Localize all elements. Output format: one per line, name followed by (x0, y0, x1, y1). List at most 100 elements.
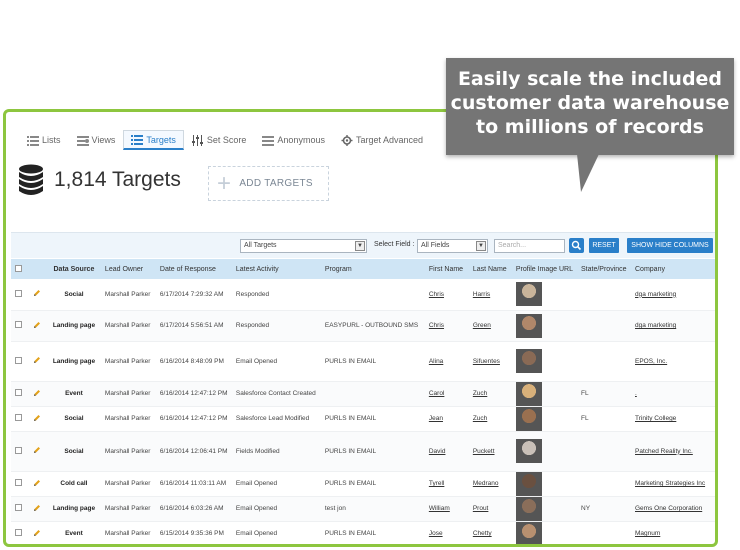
tab-target-advanced[interactable]: Target Advanced (333, 130, 431, 150)
last-name-link[interactable]: Prout (473, 505, 489, 512)
company-link[interactable]: dga marketing (635, 291, 676, 298)
view-select[interactable]: All Targets ▼ (240, 239, 367, 253)
date-cell: 6/16/2014 6:03:26 AM (155, 496, 232, 522)
row-checkbox[interactable] (15, 479, 22, 486)
table-row[interactable]: Landing page Marshall Parker 6/17/2014 5:5… (11, 310, 715, 342)
data-source-cell: Landing page (52, 357, 96, 365)
avatar (515, 313, 542, 338)
first-name-link[interactable]: Jose (429, 530, 443, 537)
field-select-value: All Fields (421, 242, 450, 249)
table-row[interactable]: Landing page Marshall Parker 6/16/2014 8:4… (11, 341, 715, 382)
program-cell: test jon (320, 496, 425, 522)
col-header-first-name[interactable]: First Name (424, 259, 469, 279)
col-header-data-source[interactable]: Data Source (46, 259, 101, 279)
first-name-link[interactable]: Chris (429, 291, 444, 298)
last-name-link[interactable]: Harris (473, 291, 490, 298)
first-name-link[interactable]: Carol (429, 390, 445, 397)
pencil-icon[interactable] (33, 529, 41, 537)
page-title: 1,814 Targets (54, 168, 181, 191)
row-checkbox[interactable] (15, 414, 22, 421)
show-hide-columns-button[interactable]: SHOW HIDE COLUMNS (627, 238, 713, 253)
company-link[interactable]: Gems One Corporation (635, 505, 702, 512)
table-row[interactable]: Social Marshall Parker 6/16/2014 12:06:41 … (11, 431, 715, 472)
search-button[interactable] (569, 238, 584, 253)
pencil-icon[interactable] (33, 414, 41, 422)
col-header-program[interactable]: Program (320, 259, 425, 279)
tab-anonymous[interactable]: Anonymous (254, 130, 333, 150)
first-name-link[interactable]: William (429, 505, 450, 512)
first-name-cell: Jose (424, 521, 469, 544)
pencil-icon[interactable] (33, 504, 41, 512)
last-name-link[interactable]: Green (473, 322, 491, 329)
lead-owner-cell: Marshall Parker (104, 290, 151, 298)
data-source-cell: Landing page (46, 341, 101, 382)
row-checkbox[interactable] (15, 389, 22, 396)
tab-views[interactable]: Views (69, 130, 124, 150)
date-cell: 6/16/2014 12:47:12 PM (159, 390, 228, 397)
row-checkbox[interactable] (15, 321, 22, 328)
row-checkbox[interactable] (15, 529, 22, 536)
table-row[interactable]: Landing page Marshall Parker 6/16/2014 6:0… (11, 496, 715, 522)
company-link[interactable]: . (635, 390, 637, 397)
last-name-link[interactable]: Puckett (473, 448, 495, 455)
col-header-activity[interactable]: Latest Activity (231, 259, 321, 279)
data-source-cell: Social (64, 447, 84, 455)
pencil-icon[interactable] (33, 321, 41, 329)
field-select[interactable]: All Fields ▼ (417, 239, 488, 253)
last-name-link[interactable]: Zuch (473, 415, 487, 422)
activity-cell: Email Opened (235, 505, 278, 512)
lead-owner-cell: Marshall Parker (104, 390, 151, 397)
col-header-last-name[interactable]: Last Name (468, 259, 512, 279)
tab-set-score[interactable]: Set Score (184, 130, 255, 150)
table-row[interactable]: Social Marshall Parker 6/17/2014 7:29:32 A… (11, 279, 715, 311)
first-name-link[interactable]: Jean (429, 415, 443, 422)
add-targets-button[interactable]: + ADD TARGETS (208, 166, 329, 201)
pencil-icon[interactable] (33, 356, 41, 364)
pencil-icon[interactable] (33, 479, 41, 487)
state-cell (577, 521, 631, 544)
tab-lists[interactable]: Lists (19, 130, 69, 150)
pencil-icon[interactable] (33, 289, 41, 297)
company-link[interactable]: Trinity College (635, 415, 676, 422)
col-header-company[interactable]: Company (631, 259, 715, 279)
plus-icon: + (217, 169, 232, 197)
col-header-lead-owner[interactable]: Lead Owner (100, 259, 156, 279)
table-row[interactable]: Event Marshall Parker 6/16/2014 12:47:12 P… (11, 381, 715, 407)
last-name-link[interactable]: Sifuentes (473, 358, 500, 365)
tab-targets[interactable]: Targets (123, 130, 184, 150)
table-row[interactable]: Event Marshall Parker 6/15/2014 9:35:36 PM… (11, 521, 715, 544)
row-checkbox[interactable] (15, 356, 22, 364)
company-link[interactable]: dga marketing (635, 322, 676, 329)
table-row[interactable]: Cold call Marshall Parker 6/16/2014 11:03:… (11, 471, 715, 497)
col-header-date[interactable]: Date of Response (155, 259, 232, 279)
last-name-link[interactable]: Chetty (473, 530, 492, 537)
first-name-link[interactable]: Alina (429, 358, 443, 365)
pencil-icon[interactable] (33, 446, 41, 454)
last-name-link[interactable]: Medrano (473, 480, 499, 487)
col-header-state[interactable]: State/Province (577, 259, 631, 279)
company-cell: Trinity College (631, 406, 715, 432)
select-all-checkbox[interactable] (15, 264, 22, 272)
row-checkbox[interactable] (15, 504, 22, 511)
col-header-profile-image[interactable]: Profile Image URL (511, 259, 578, 279)
first-name-link[interactable]: Tyrell (429, 480, 445, 487)
reset-button[interactable]: RESET (589, 238, 619, 253)
table-row[interactable]: Social Marshall Parker 6/16/2014 12:47:12 … (11, 406, 715, 432)
pencil-icon[interactable] (33, 389, 41, 397)
data-source-cell: Event (65, 530, 83, 537)
search-input[interactable]: Search... (494, 239, 565, 253)
company-link[interactable]: EPOS, Inc. (635, 358, 667, 365)
row-checkbox[interactable] (15, 289, 22, 297)
last-name-link[interactable]: Zuch (473, 390, 487, 397)
edit-cell (28, 341, 47, 382)
first-name-link[interactable]: David (429, 448, 446, 455)
company-link[interactable]: Marketing Strategies Inc (635, 480, 705, 487)
company-link[interactable]: Magnum (635, 530, 660, 537)
row-checkbox[interactable] (15, 446, 22, 454)
company-link[interactable]: Patched Reality Inc. (635, 448, 693, 455)
avatar (515, 439, 542, 463)
data-source-cell: Event (65, 390, 83, 397)
first-name-link[interactable]: Chris (429, 322, 444, 329)
activity-cell: Responded (235, 290, 270, 298)
edit-cell (28, 496, 47, 522)
